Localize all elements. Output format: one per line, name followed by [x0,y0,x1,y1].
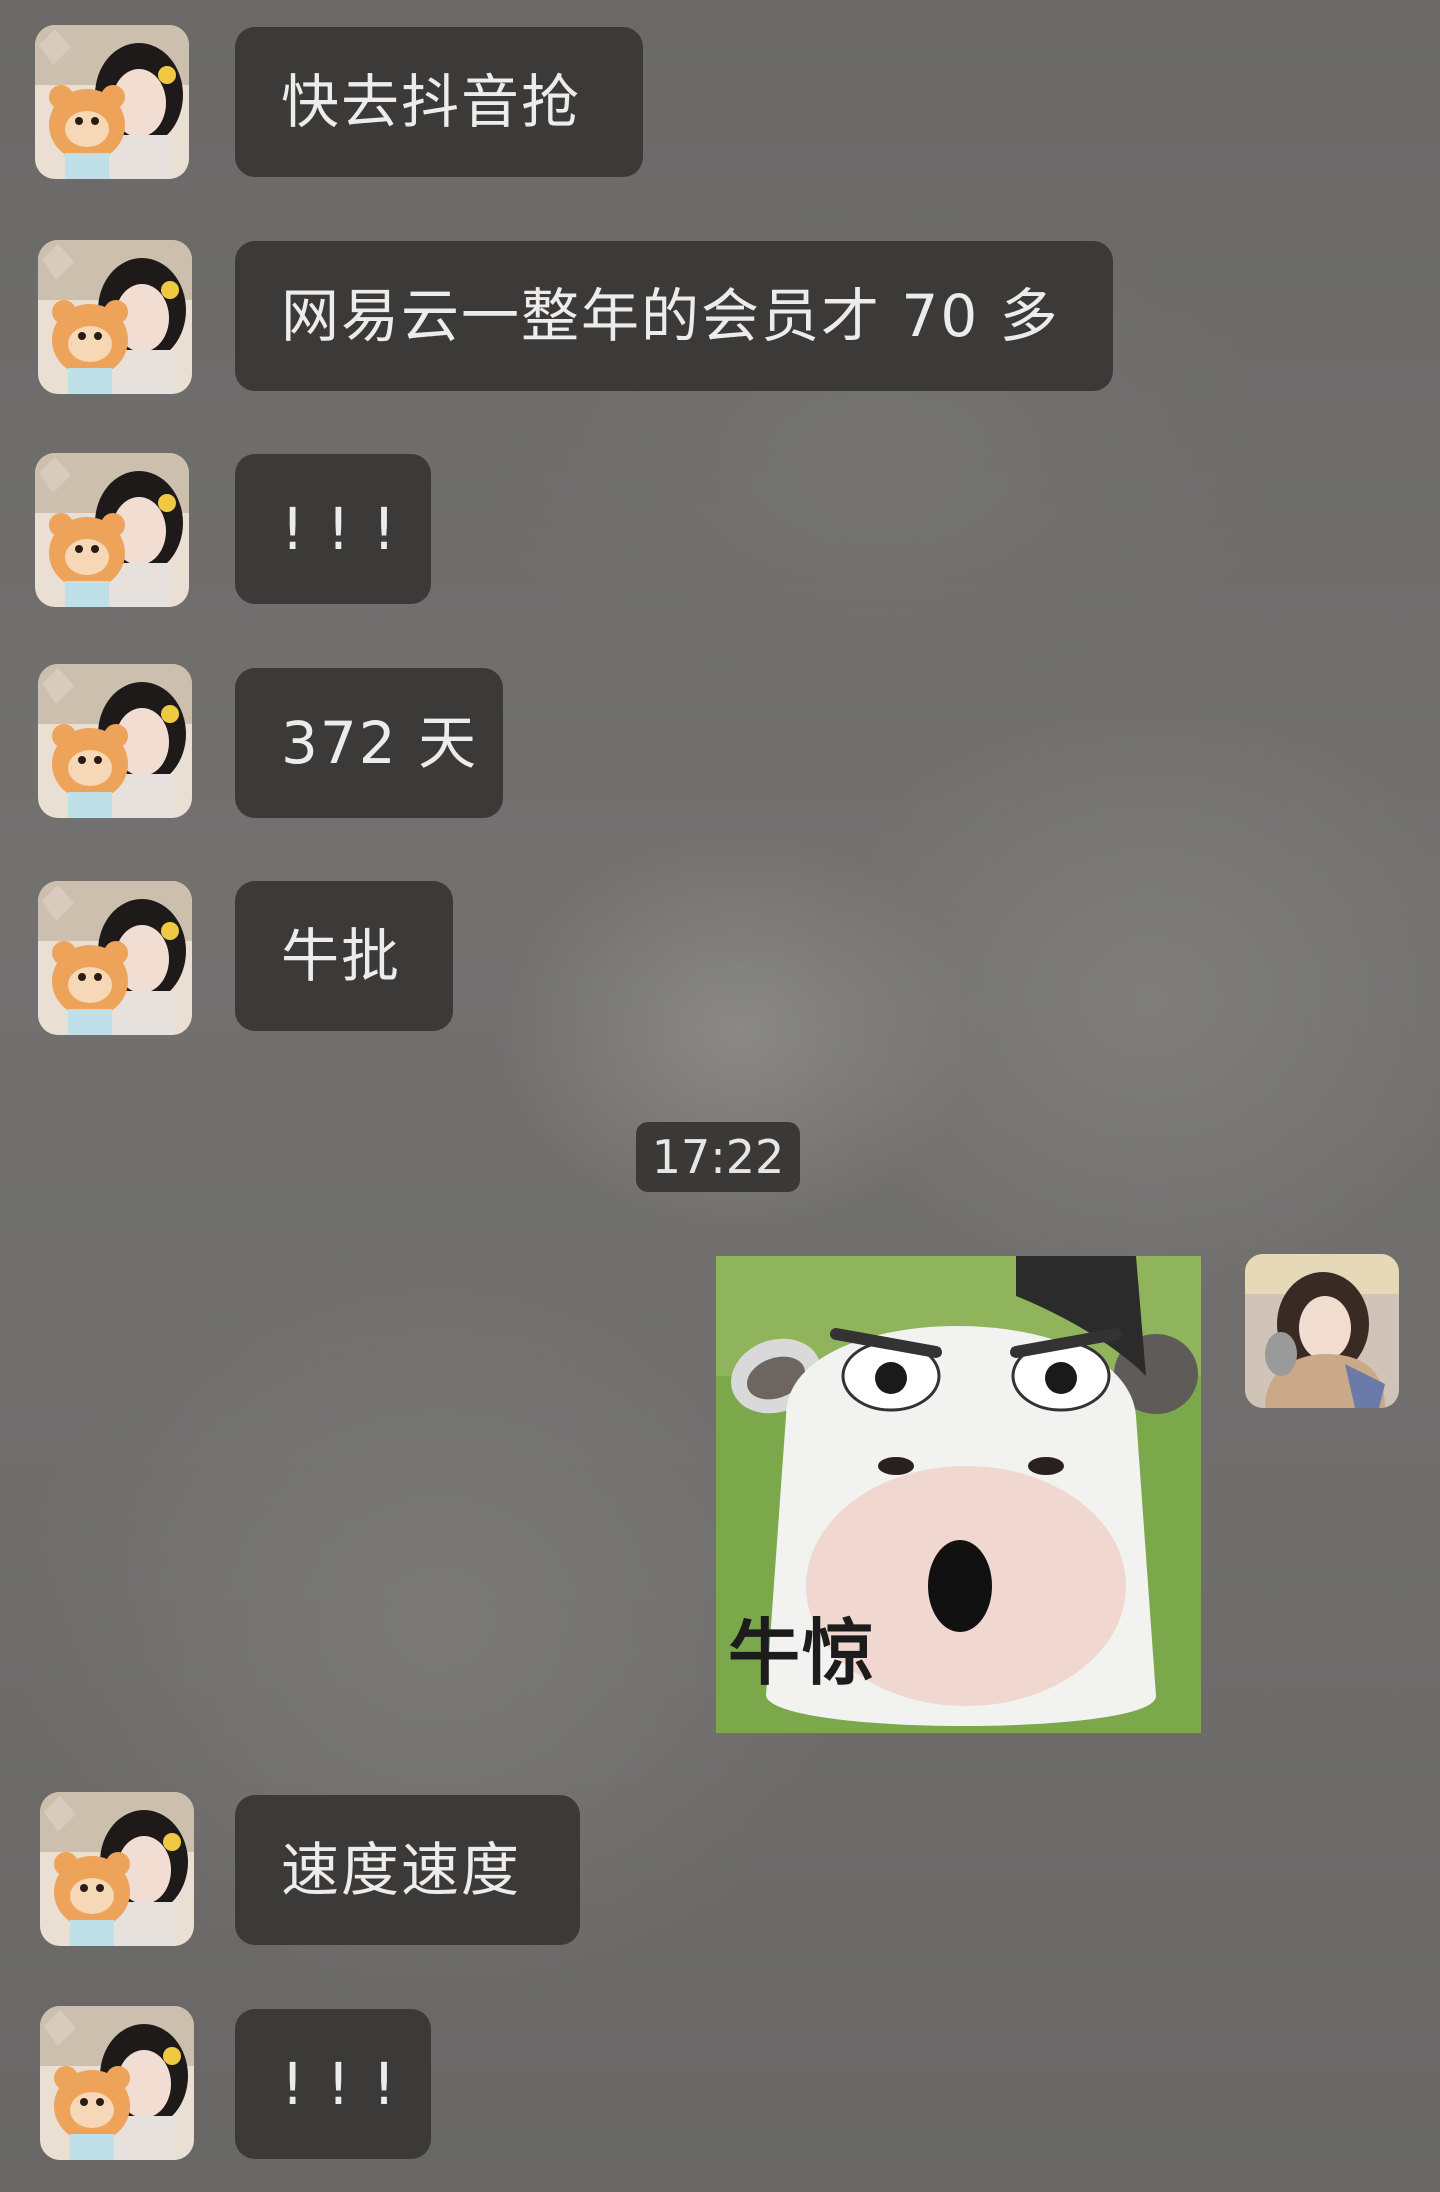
message-bubble[interactable]: 网易云一整年的会员才 70 多 [235,241,1113,391]
contact-avatar[interactable] [35,453,189,607]
message-bubble[interactable]: ! ! ! [235,454,431,604]
contact-avatar[interactable] [38,240,192,394]
contact-avatar[interactable] [35,25,189,179]
sticker-caption: 牛惊 [728,1611,877,1695]
message-bubble[interactable]: ! ! ! [235,2009,431,2159]
message-timestamp: 17:22 [636,1122,800,1192]
message-bubble[interactable]: 牛批 [235,881,453,1031]
my-avatar[interactable] [1245,1254,1399,1408]
cow-sticker[interactable]: 牛惊 [716,1256,1201,1733]
message-bubble[interactable]: 快去抖音抢 [235,27,643,177]
message-bubble[interactable]: 速度速度 [235,1795,580,1945]
message-bubble[interactable]: 372 天 [235,668,503,818]
contact-avatar[interactable] [38,664,192,818]
contact-avatar[interactable] [40,1792,194,1946]
contact-avatar[interactable] [40,2006,194,2160]
contact-avatar[interactable] [38,881,192,1035]
